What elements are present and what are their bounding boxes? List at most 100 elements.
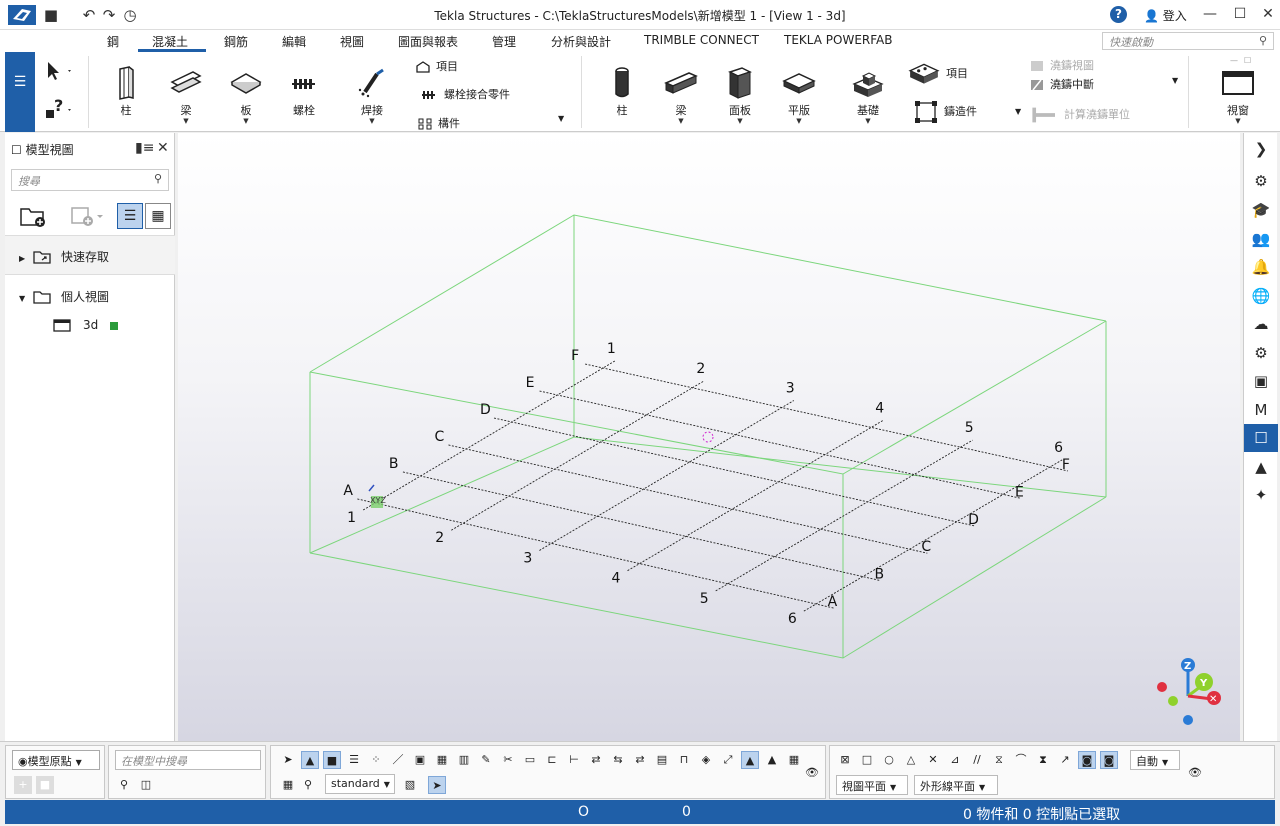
snap-switch-box-icon[interactable]: ⊠ (836, 751, 854, 769)
m-logo-icon[interactable]: M (1244, 396, 1278, 424)
quick-access-row[interactable]: ▶ 快速存取 (19, 248, 109, 265)
add-view-button[interactable] (69, 203, 109, 229)
panel-close-icon[interactable]: ✕ (157, 140, 169, 156)
snap-switch-parallel-icon[interactable]: // (968, 751, 986, 769)
globe-icon[interactable]: 🌐 (1244, 282, 1278, 310)
list-view-toggle[interactable]: ☰ (117, 203, 143, 229)
concrete-item-button[interactable]: 項目 (908, 62, 968, 86)
select-switch-rect-icon[interactable]: ▭ (521, 751, 539, 769)
snap-switch-square-icon[interactable]: □ (858, 751, 876, 769)
select-switch-cube-icon[interactable]: ▣ (411, 751, 429, 769)
select-switch-resize-icon[interactable]: ⤢ (719, 751, 737, 769)
tab-concrete[interactable]: 混凝土 (152, 33, 188, 50)
model-viewport-3d[interactable]: A A B B C C D D E E F F 1 1 2 2 3 3 4 4 5 5 6 6 XYZ Z Y ✕ (178, 133, 1240, 741)
select-switch-tree-small-icon[interactable]: ▲ (763, 751, 781, 769)
sparkle-icon[interactable]: ✦ (1244, 481, 1278, 509)
snap-switch-hourglass-alt-icon[interactable]: ⧗ (1034, 751, 1052, 769)
snap-visibility-eye-icon[interactable]: 👁 (1186, 764, 1204, 782)
bolt-button[interactable]: 螺栓 (284, 66, 324, 118)
snap-depth-select[interactable]: 自動 ▼ (1130, 750, 1180, 770)
properties-gear-icon[interactable]: ⚙ (1244, 167, 1278, 195)
tab-rebar[interactable]: 鋼筋 (224, 33, 248, 50)
cast-unit-dropdown[interactable]: ▼ (1015, 107, 1021, 116)
grid-view-toggle[interactable]: ▦ (145, 203, 171, 229)
history-icon[interactable]: ◷ (121, 6, 139, 24)
select-switch-arch-icon[interactable]: ⊓ (675, 751, 693, 769)
select-switch-rows-icon[interactable]: ☰ (345, 751, 363, 769)
select-switch-layer-icon[interactable]: ◈ (697, 751, 715, 769)
panel-button[interactable]: 面板 ▼ (719, 66, 761, 125)
component-button[interactable]: 構件 (418, 115, 460, 131)
close-button[interactable]: ✕ (1258, 4, 1278, 24)
snap-switch-arc-icon[interactable]: ⌒ (1012, 751, 1030, 769)
origin-select[interactable]: ◉模型原點 ▼ (12, 750, 100, 770)
quick-access-section[interactable]: ▶ 快速存取 (5, 235, 175, 275)
steel-beam-button[interactable]: 梁 ▼ (166, 66, 206, 125)
save-icon[interactable]: ■ (42, 6, 60, 24)
bolt-assembly-button[interactable]: 螺栓接合零件 (420, 86, 510, 102)
tab-view[interactable]: 視圖 (340, 33, 364, 50)
snap-switch-circle-icon[interactable]: ○ (880, 751, 898, 769)
views-search-input[interactable]: 搜尋 ⚲ (11, 169, 169, 191)
select-switch-edit-icon[interactable]: ✎ (477, 751, 495, 769)
snap-tool-button[interactable]: ? (42, 98, 76, 122)
tekla-logo-icon[interactable] (8, 5, 36, 25)
select-switch-swap-orange-icon[interactable]: ⇆ (609, 751, 627, 769)
steel-plate-button[interactable]: 板 ▼ (226, 66, 266, 125)
expand-pane-icon[interactable]: ❯ (1244, 135, 1278, 163)
personal-views-row[interactable]: ▼ 個人視圖 (19, 288, 109, 305)
steel-column-button[interactable]: 柱 (106, 66, 146, 118)
maximize-button[interactable]: ☐ (1230, 4, 1250, 24)
select-filter-icon[interactable]: ▦ (279, 776, 297, 794)
view-plane-select[interactable]: 視圖平面 ▼ (836, 775, 908, 795)
select-switch-triangle-icon[interactable]: ▲ (301, 751, 319, 769)
object-cube-icon[interactable]: ▣ (1244, 367, 1278, 395)
pour-break-button[interactable]: 澆鑄中斷 (1030, 76, 1094, 92)
select-switch-grid-icon[interactable]: ▦ (433, 751, 451, 769)
grid-line-1[interactable] (362, 360, 616, 511)
concrete-beam-button[interactable]: 梁 ▼ (660, 66, 702, 125)
snap-switch-corner-icon[interactable]: ⊿ (946, 751, 964, 769)
notification-bell-icon[interactable]: 🔔 (1244, 253, 1278, 281)
select-switch-dots-icon[interactable]: ⁘ (367, 751, 385, 769)
select-switch-cut-icon[interactable]: ✂ (499, 751, 517, 769)
new-view-folder-button[interactable] (19, 203, 47, 229)
tab-manage[interactable]: 管理 (492, 33, 516, 50)
select-by-pointer-icon[interactable]: ➤ (428, 776, 446, 794)
settings-icon[interactable]: ⚙ (1244, 339, 1278, 367)
login-button[interactable]: 👤 登入 (1144, 7, 1187, 24)
snap-switch-orange-b-icon[interactable]: ◙ (1100, 751, 1118, 769)
window-button[interactable]: —☐ 視窗 ▼ (1216, 56, 1260, 125)
select-switch-panel-icon[interactable]: ▤ (653, 751, 671, 769)
slab-button[interactable]: 平版 ▼ (778, 66, 820, 125)
panel-pin-icon[interactable]: ▮≡ (135, 140, 154, 156)
delete-origin-icon[interactable]: ■ (36, 776, 54, 794)
select-switch-pointer-icon[interactable]: ➤ (279, 751, 297, 769)
pour-view-button[interactable]: 澆鑄視圖 (1030, 57, 1094, 73)
users-icon[interactable]: 👥 (1244, 225, 1278, 253)
select-tool-button[interactable] (42, 60, 76, 82)
filter-find-icon[interactable]: ⚲ (299, 776, 317, 794)
snap-switch-hourglass-icon[interactable]: ⧖ (990, 751, 1008, 769)
pour-dropdown[interactable]: ▼ (1172, 76, 1178, 85)
tab-drawings-reports[interactable]: 圖面與報表 (398, 33, 458, 50)
views-window-icon[interactable]: ☐ (1244, 424, 1278, 452)
select-switch-tree-icon[interactable]: ▲ (741, 751, 759, 769)
tab-edit[interactable]: 編輯 (282, 33, 306, 50)
minimize-button[interactable]: — (1200, 4, 1220, 24)
visibility-eye-icon[interactable]: 👁 (803, 764, 821, 782)
shapes-icon[interactable]: ▲ (1244, 453, 1278, 481)
select-switch-bracket-icon[interactable]: ⊏ (543, 751, 561, 769)
select-switch-swap-icon[interactable]: ⇄ (587, 751, 605, 769)
snap-switch-orange-a-icon[interactable]: ◙ (1078, 751, 1096, 769)
footing-button[interactable]: 基礎 ▼ (846, 66, 890, 125)
cast-unit-button[interactable]: 鑄造件 (914, 100, 977, 124)
model-scene[interactable]: A A B B C C D D E E F F 1 1 2 2 3 3 4 4 5 5 6 6 XYZ Z Y ✕ (178, 133, 1240, 741)
select-switch-cells-icon[interactable]: ▦ (785, 751, 803, 769)
outline-plane-select[interactable]: 外形線平面 ▼ (914, 775, 998, 795)
view-item-3d[interactable]: 3d (53, 318, 119, 332)
steel-item-button[interactable]: 項目 (416, 58, 458, 74)
search-icon[interactable]: ⚲ (115, 776, 133, 794)
select-switch-tee-icon[interactable]: ⊢ (565, 751, 583, 769)
tab-steel[interactable]: 鋼 (107, 33, 119, 50)
